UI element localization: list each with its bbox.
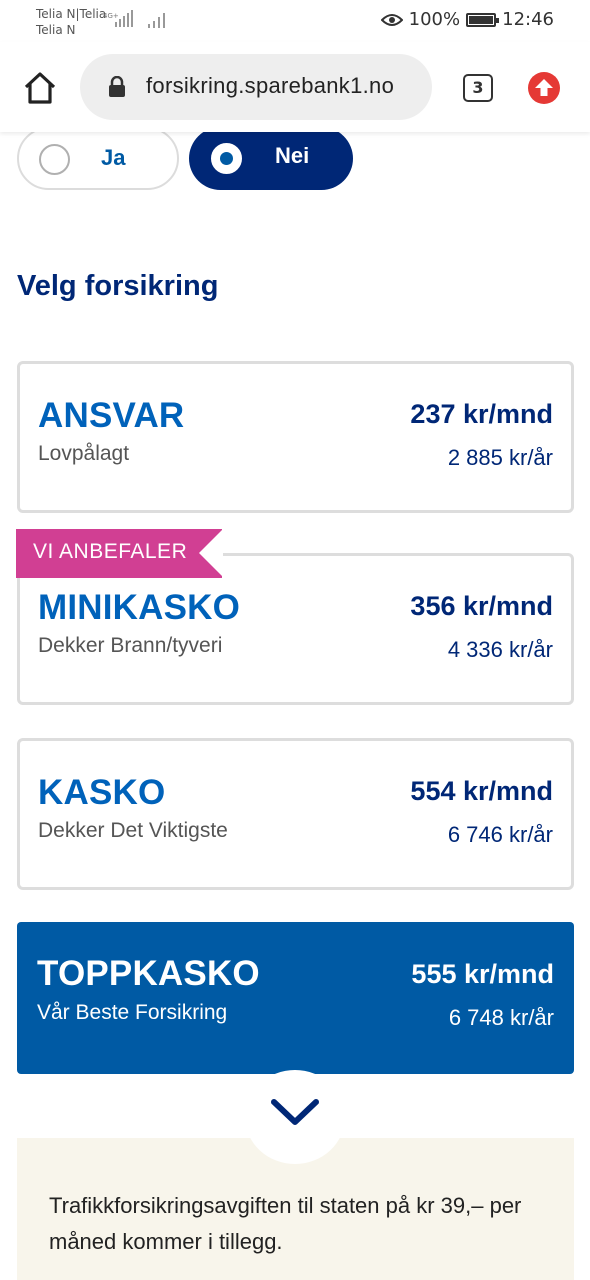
option-nei-radio[interactable]: Nei (189, 127, 353, 190)
insurance-name: ANSVAR (38, 396, 185, 435)
carrier-line-2: Telia N (36, 23, 76, 37)
insurance-description: Dekker Brann/tyveri (38, 634, 223, 657)
price-per-month: 555 kr/mnd (411, 959, 554, 989)
radio-checked-icon (211, 143, 242, 174)
browser-toolbar: forsikring.sparebank1.no 3 (0, 42, 590, 132)
price-per-year: 4 336 kr/år (447, 637, 553, 662)
clock: 12:46 (502, 9, 554, 30)
insurance-card-ansvar[interactable]: ANSVAR Lovpålagt 237 kr/mnd 2 885 kr/år (17, 361, 574, 513)
recommendation-badge: VI ANBEFALER (16, 529, 223, 578)
battery-percent: 100% (408, 9, 461, 30)
insurance-description: Lovpålagt (38, 442, 130, 465)
carrier-info: Telia N|Telia Telia N (36, 6, 106, 38)
price-per-month: 554 kr/mnd (410, 776, 553, 806)
battery-icon (466, 12, 500, 27)
status-bar: Telia N|Telia Telia N 4G+ 100% 12:46 (0, 0, 590, 42)
price-per-month: 356 kr/mnd (410, 591, 553, 621)
tab-switcher-button[interactable]: 3 (463, 74, 493, 102)
price-per-month: 237 kr/mnd (410, 399, 553, 429)
insurance-name: MINIKASKO (38, 588, 241, 627)
option-ja-radio[interactable]: Ja (17, 127, 179, 190)
insurance-card-toppkasko[interactable]: TOPPKASKO Vår Beste Forsikring 555 kr/mn… (17, 922, 574, 1074)
update-button[interactable] (528, 72, 560, 104)
signal-strength-icon: 4G+ (103, 10, 133, 27)
insurance-name: KASKO (38, 773, 166, 812)
address-bar[interactable]: forsikring.sparebank1.no (80, 54, 432, 120)
home-icon[interactable] (22, 70, 58, 106)
option-ja-label: Ja (101, 145, 126, 170)
radio-unchecked-icon (39, 144, 70, 175)
price-per-year: 6 746 kr/år (447, 822, 553, 847)
status-right: 100% 12:46 (380, 9, 554, 30)
insurance-card-kasko[interactable]: KASKO Dekker Det Viktigste 554 kr/mnd 6 … (17, 738, 574, 890)
insurance-description: Vår Beste Forsikring (37, 1001, 228, 1024)
insurance-description: Dekker Det Viktigste (38, 819, 228, 842)
network-type-label: 4G+ (103, 12, 119, 20)
recommendation-badge-text: VI ANBEFALER (33, 540, 188, 563)
insurance-name: TOPPKASKO (37, 954, 260, 993)
signal-strength-2-icon (148, 13, 165, 28)
lock-icon (109, 76, 125, 97)
price-per-year: 6 748 kr/år (448, 1005, 554, 1030)
fee-note-text: Trafikkforsikringsavgiften til staten på… (49, 1193, 522, 1254)
price-per-year: 2 885 kr/år (447, 445, 553, 470)
carrier-line-1: Telia N|Telia (36, 7, 107, 21)
eye-icon (380, 13, 403, 26)
option-nei-label: Nei (275, 143, 310, 168)
arrow-up-icon (535, 79, 553, 96)
chevron-down-icon[interactable] (270, 1096, 320, 1130)
section-title: Velg forsikring (17, 270, 219, 302)
url-text[interactable]: forsikring.sparebank1.no (146, 73, 426, 99)
